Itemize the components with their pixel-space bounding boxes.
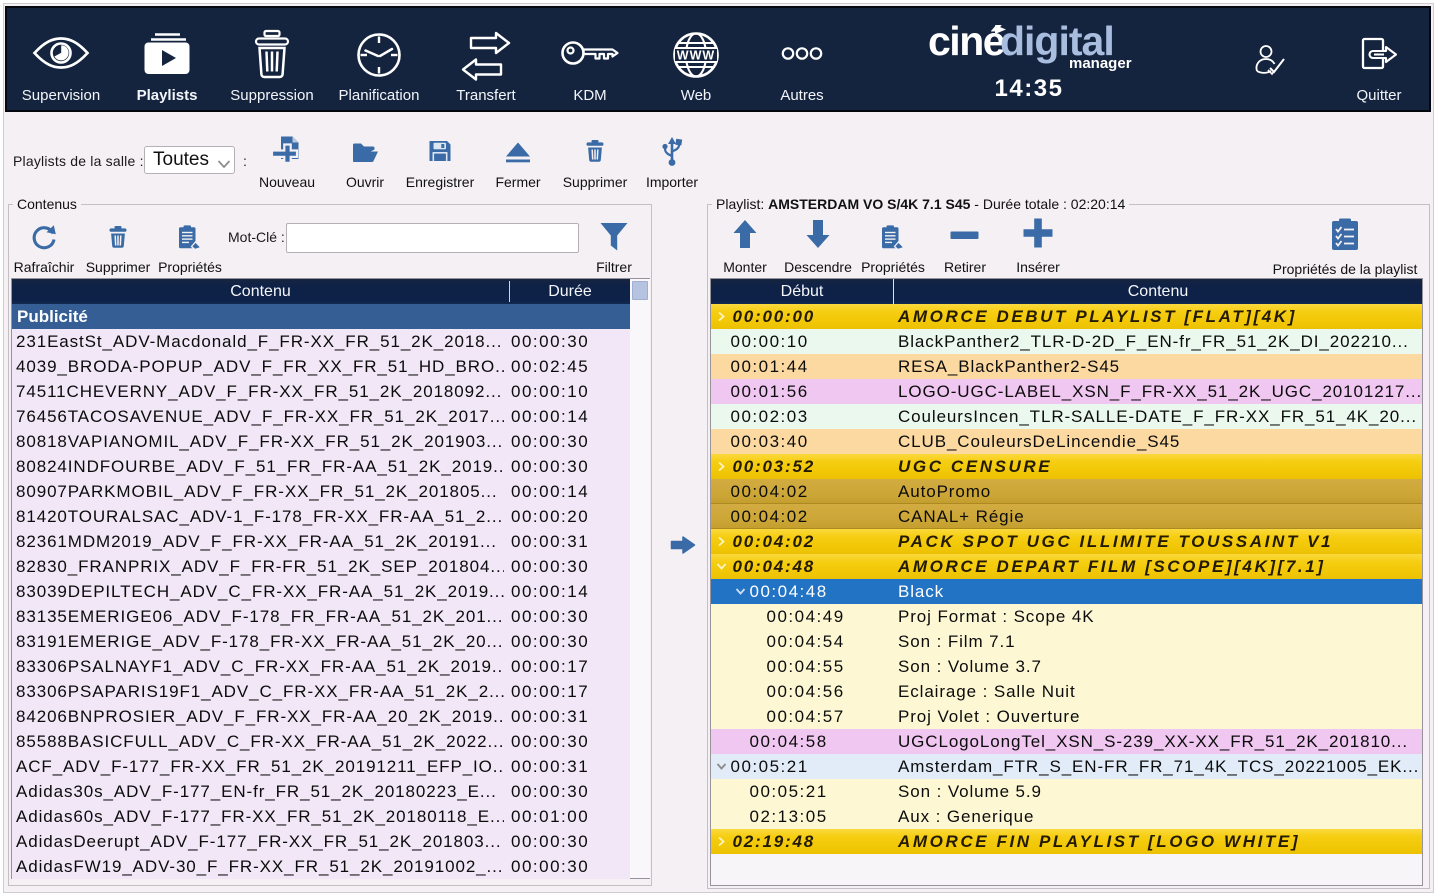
svg-text:manager: manager: [1069, 55, 1132, 72]
svg-text:ciné: ciné: [928, 22, 1005, 64]
svg-text:WWW: WWW: [677, 49, 715, 63]
